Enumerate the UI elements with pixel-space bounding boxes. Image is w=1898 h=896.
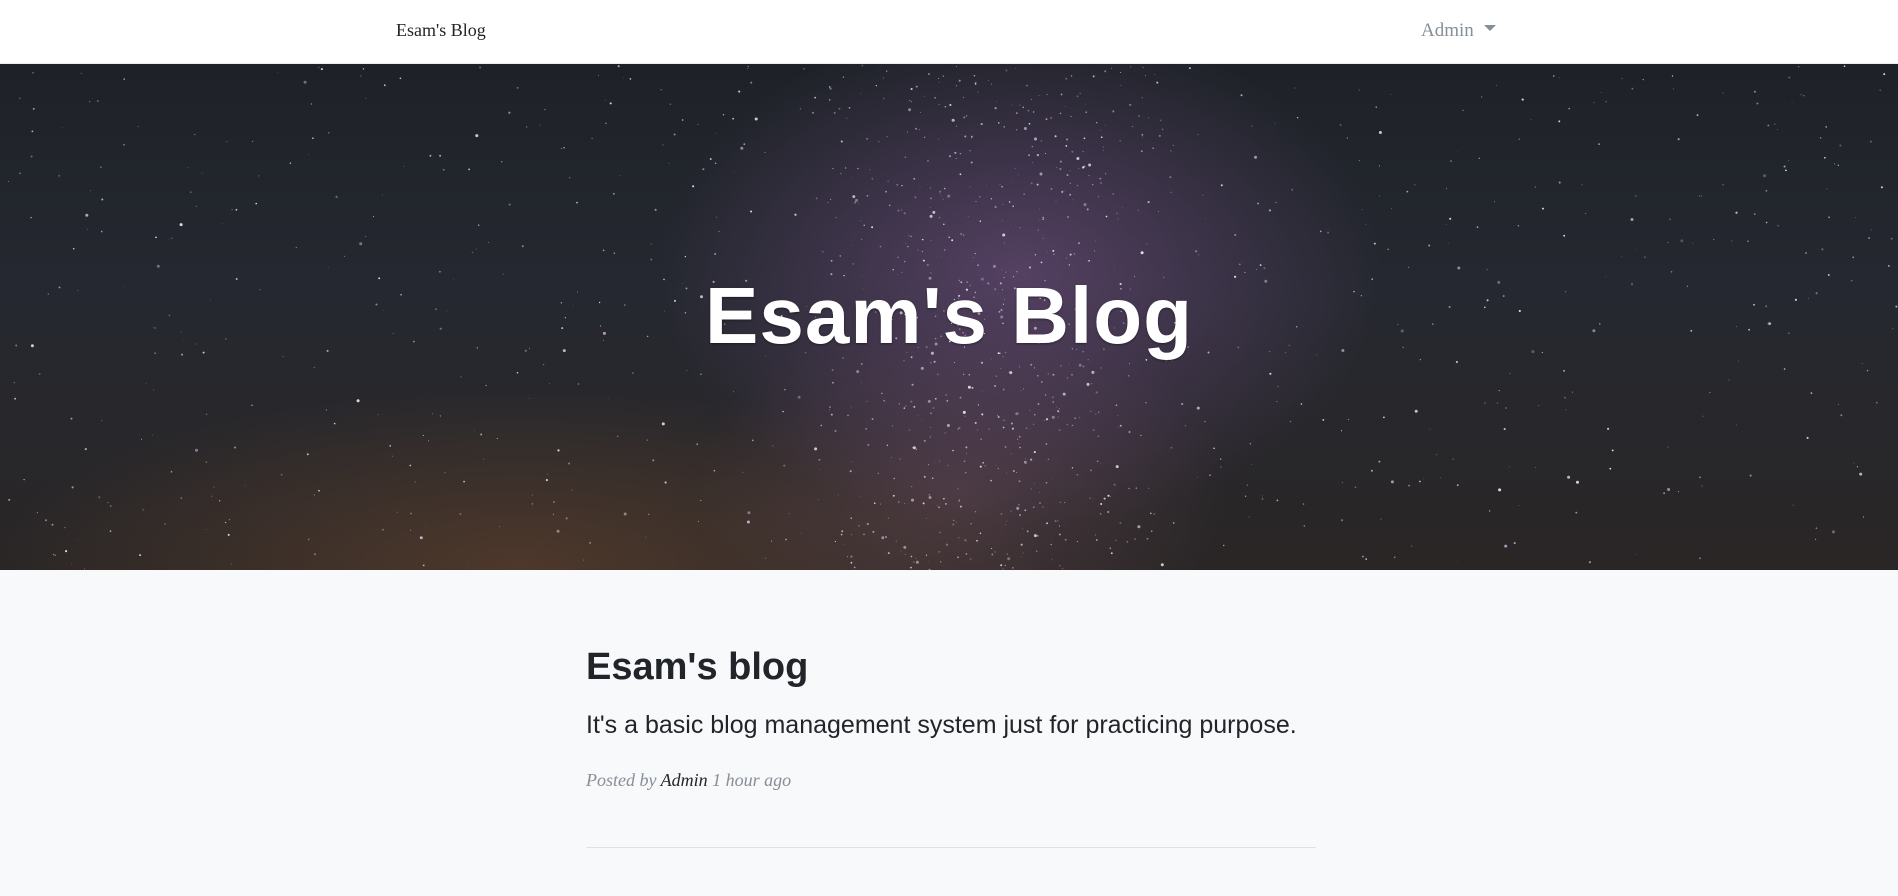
- user-menu-dropdown[interactable]: Admin: [1421, 20, 1496, 42]
- post-meta-prefix: Posted by: [586, 770, 657, 790]
- post-preview: Esam's blog It's a basic blog management…: [586, 646, 1316, 791]
- post-divider: [586, 847, 1316, 848]
- post-meta: Posted by Admin 1 hour ago: [586, 770, 1316, 791]
- post-subtitle: It's a basic blog management system just…: [586, 711, 1297, 739]
- hero-banner: Esam's Blog: [0, 64, 1898, 570]
- hero-title: Esam's Blog: [705, 271, 1193, 360]
- post-author-link[interactable]: Admin: [661, 770, 708, 790]
- post-time: 1 hour ago: [712, 770, 792, 790]
- user-menu-label: Admin: [1421, 20, 1474, 41]
- navbar-brand[interactable]: Esam's Blog: [396, 20, 486, 41]
- caret-down-icon: [1483, 25, 1496, 31]
- navbar: Esam's Blog Admin: [0, 0, 1898, 64]
- post-title-link[interactable]: Esam's blog: [586, 646, 1316, 689]
